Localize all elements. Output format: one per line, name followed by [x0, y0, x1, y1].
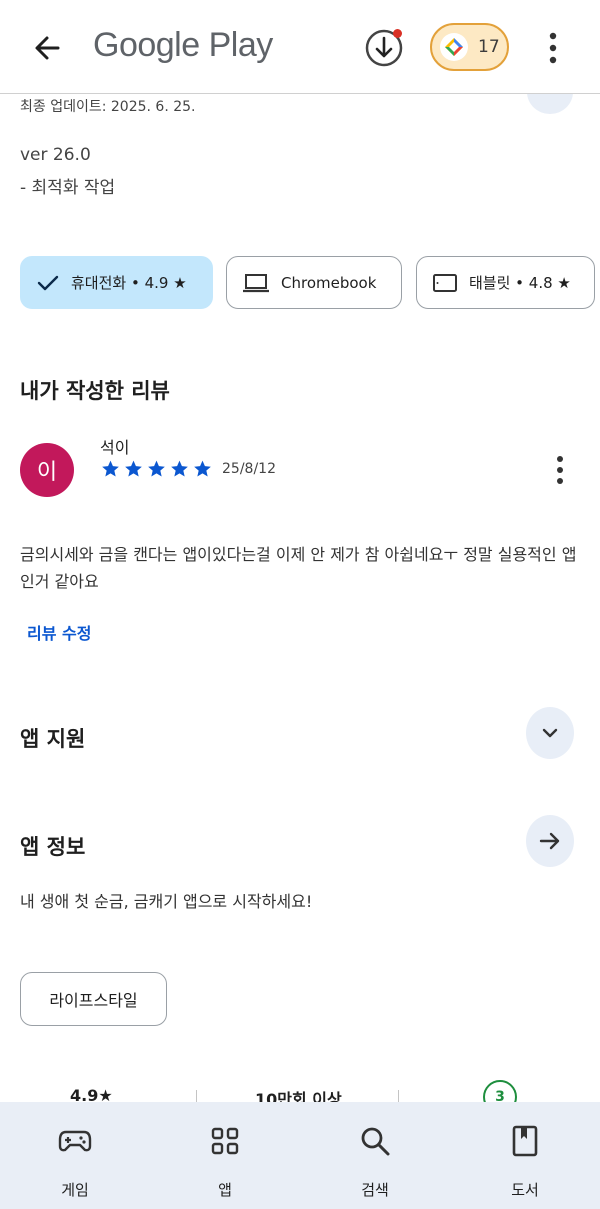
nav-books[interactable]: 도서	[450, 1102, 600, 1209]
device-chip-tablet[interactable]: 태블릿 • 4.8 ★	[416, 256, 595, 309]
device-chip-label: 태블릿 • 4.8 ★	[469, 274, 571, 292]
star-rating	[100, 459, 213, 479]
version-text: ver 26.0	[20, 145, 91, 165]
last-updated-text: 최종 업데이트: 2025. 6. 25.	[20, 99, 196, 115]
google-play-logo-text: Google Play	[93, 26, 273, 64]
device-chip-phone[interactable]: 휴대전화 • 4.9 ★	[20, 256, 213, 309]
points-count: 17	[478, 37, 500, 57]
device-chip-label: 휴대전화 • 4.9 ★	[71, 274, 187, 292]
nav-games[interactable]: 게임	[0, 1102, 150, 1209]
edit-review-link[interactable]: 리뷰 수정	[27, 620, 91, 644]
bottom-navigation: 게임 앱 검색 도서	[0, 1102, 600, 1209]
notification-dot	[393, 29, 402, 38]
nav-label: 검색	[361, 1181, 389, 1199]
about-app-arrow-button[interactable]	[526, 815, 574, 867]
nav-label: 앱	[218, 1181, 232, 1199]
my-review-title: 내가 작성한 리뷰	[20, 379, 170, 403]
top-app-bar: Google Play 17	[0, 0, 600, 94]
star-icon	[194, 460, 211, 477]
avatar: 이	[20, 443, 74, 497]
more-vert-icon[interactable]	[538, 28, 568, 68]
app-support-title: 앱 지원	[20, 727, 86, 751]
chevron-down-icon	[542, 728, 558, 738]
back-arrow-icon[interactable]	[28, 28, 68, 68]
book-icon	[508, 1124, 542, 1158]
review-date: 25/8/12	[222, 461, 276, 477]
star-icon	[148, 460, 165, 477]
category-tag-button[interactable]: 라이프스타일	[20, 972, 167, 1026]
device-chip-chromebook[interactable]: Chromebook	[226, 256, 402, 309]
nav-apps[interactable]: 앱	[150, 1102, 300, 1209]
laptop-icon	[243, 273, 269, 292]
tablet-icon	[433, 273, 457, 292]
reviewer-name: 석이	[100, 438, 130, 457]
gamepad-icon	[58, 1124, 92, 1158]
about-app-title: 앱 정보	[20, 835, 86, 859]
star-icon	[171, 460, 188, 477]
play-points-button[interactable]: 17	[430, 23, 509, 71]
star-icon	[102, 460, 119, 477]
version-note: - 최적화 작업	[20, 178, 116, 198]
review-more-icon[interactable]	[545, 452, 575, 488]
review-body: 금의시세와 금을 캔다는 앱이있다는걸 이제 안 제가 참 아쉽네요ㅜ 정말 실…	[20, 545, 577, 591]
nav-search[interactable]: 검색	[300, 1102, 450, 1209]
arrow-right-icon	[539, 832, 560, 850]
nav-label: 게임	[61, 1181, 89, 1199]
search-icon	[358, 1124, 392, 1158]
nav-label: 도서	[511, 1181, 539, 1199]
check-icon	[37, 275, 59, 290]
play-points-icon	[440, 33, 468, 61]
app-support-expand-button[interactable]	[526, 707, 574, 759]
download-icon[interactable]	[362, 26, 406, 70]
about-app-description: 내 생애 첫 순금, 금캐기 앱으로 시작하세요!	[20, 892, 313, 911]
star-icon	[125, 460, 142, 477]
apps-grid-icon	[208, 1124, 242, 1158]
device-chip-label: Chromebook	[281, 273, 377, 292]
